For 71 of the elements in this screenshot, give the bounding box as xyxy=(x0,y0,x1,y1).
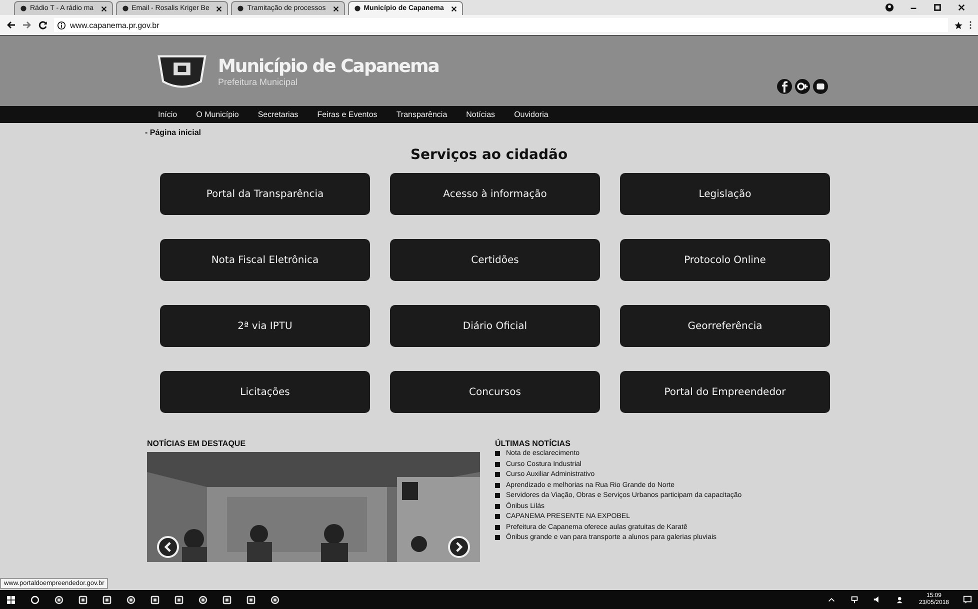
service-button[interactable]: Legislação xyxy=(620,173,830,215)
reload-icon[interactable] xyxy=(38,20,48,30)
service-button[interactable]: Georreferência xyxy=(620,305,830,347)
caret-icon[interactable] xyxy=(826,595,836,604)
star-icon[interactable] xyxy=(954,20,963,30)
close-icon[interactable] xyxy=(100,6,107,12)
breadcrumb: - Página inicial xyxy=(145,128,202,136)
service-button[interactable]: Diário Oficial xyxy=(390,305,600,347)
section-heading: NOTÍCIAS EM DESTAQUE xyxy=(147,439,247,448)
forward-arrow-icon[interactable] xyxy=(22,20,32,30)
nav-link[interactable]: O Município xyxy=(196,110,239,119)
page-icon xyxy=(20,5,27,12)
app-icon[interactable] xyxy=(246,594,256,604)
site-subtitle: Prefeitura Municipal xyxy=(218,76,299,86)
notification-icon[interactable] xyxy=(963,595,972,604)
service-button[interactable]: Portal do Empreendedor xyxy=(620,371,830,413)
people-icon[interactable] xyxy=(896,595,905,604)
maximize-icon[interactable] xyxy=(933,3,942,12)
windows-icon[interactable] xyxy=(6,594,16,604)
service-button[interactable]: Acesso à informação xyxy=(390,173,600,215)
service-button[interactable]: Protocolo Online xyxy=(620,239,830,281)
nav-link[interactable]: Ouvidoria xyxy=(514,110,548,119)
app-icon[interactable] xyxy=(270,594,280,604)
service-button[interactable]: Nota Fiscal Eletrônica xyxy=(160,239,370,281)
site-title: Município de Capanema xyxy=(218,56,439,76)
app-icon[interactable] xyxy=(222,594,232,604)
service-button[interactable]: Licitações xyxy=(160,371,370,413)
menu-icon[interactable] xyxy=(969,20,972,30)
address-field[interactable]: www.capanema.pr.gov.br xyxy=(54,18,948,32)
social-icon[interactable] xyxy=(777,78,792,94)
close-icon[interactable] xyxy=(450,6,457,12)
bullet-icon xyxy=(495,524,500,530)
page-icon xyxy=(354,5,361,12)
nav-link[interactable]: Início xyxy=(158,110,178,119)
bullet-icon xyxy=(495,504,500,509)
bullet-icon xyxy=(495,514,500,520)
bullet-icon xyxy=(495,472,500,478)
social-icon[interactable] xyxy=(813,78,828,94)
network-icon[interactable] xyxy=(850,595,859,604)
service-button[interactable]: Portal da Transparência xyxy=(160,173,370,215)
nav-link[interactable]: Feiras e Eventos xyxy=(317,110,378,119)
app-icon[interactable] xyxy=(150,594,160,604)
nav-link[interactable]: Secretarias xyxy=(258,110,298,119)
page-icon xyxy=(122,5,129,12)
bullet-icon xyxy=(495,535,500,540)
app-icon[interactable] xyxy=(198,594,208,604)
profile-icon[interactable] xyxy=(885,3,894,12)
service-button[interactable]: Certidões xyxy=(390,239,600,281)
close-icon[interactable] xyxy=(332,6,339,12)
close-icon[interactable] xyxy=(957,3,966,12)
social-icon[interactable] xyxy=(795,78,810,94)
nav-link[interactable]: Transparência xyxy=(396,110,448,119)
app-icon[interactable] xyxy=(78,594,88,604)
service-button[interactable]: Concursos xyxy=(390,371,600,413)
bullet-icon xyxy=(495,451,500,456)
bullet-icon xyxy=(495,482,500,488)
app-icon[interactable] xyxy=(174,594,184,604)
bullet-icon xyxy=(495,462,500,467)
app-icon[interactable] xyxy=(126,594,136,604)
close-icon[interactable] xyxy=(216,6,222,12)
search-icon[interactable] xyxy=(30,594,40,604)
nav-link[interactable]: Notícias xyxy=(466,110,496,119)
section-heading: ÚLTIMAS NOTÍCIAS xyxy=(495,439,572,448)
service-button[interactable]: 2ª via IPTU xyxy=(160,305,370,347)
app-icon[interactable] xyxy=(54,594,64,604)
app-icon[interactable] xyxy=(102,594,112,604)
bullet-icon xyxy=(495,493,500,498)
page-icon xyxy=(237,5,244,12)
back-arrow-icon[interactable] xyxy=(6,20,16,30)
info-icon xyxy=(57,20,66,30)
section-title: Serviços ao cidadão xyxy=(409,147,569,163)
